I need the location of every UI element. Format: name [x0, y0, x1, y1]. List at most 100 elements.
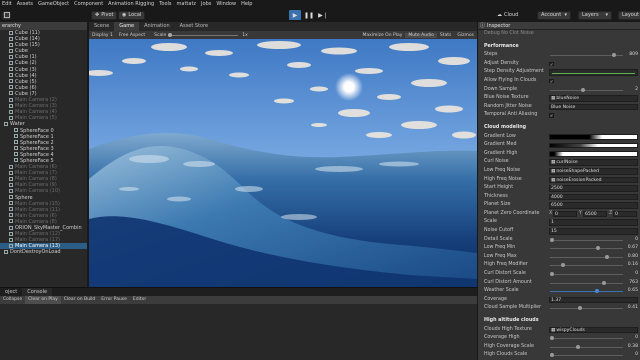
vector-field-y[interactable]: 6500 [583, 210, 607, 218]
hierarchy-item[interactable]: DontDestroyOnLoad [0, 249, 87, 255]
slider-value[interactable]: 2 [635, 86, 638, 95]
scale-slider[interactable] [168, 32, 239, 37]
slider-knob[interactable] [594, 289, 599, 294]
property-slider[interactable] [550, 263, 623, 268]
object-field[interactable]: ▦blueNoise [549, 95, 638, 102]
menu-item-component[interactable]: Component [74, 1, 103, 7]
object-field[interactable]: ▦wispyClouds [549, 326, 638, 334]
slider-value[interactable]: 0.41 [628, 304, 638, 313]
property-slider[interactable] [550, 246, 623, 251]
slider-knob[interactable] [550, 336, 554, 341]
console-tab-console[interactable]: Console [22, 288, 53, 296]
slider-knob[interactable] [602, 280, 607, 285]
slider-knob[interactable] [576, 344, 581, 349]
property-slider[interactable] [550, 237, 623, 242]
console-editor-button[interactable]: Editor [130, 296, 149, 304]
slider-value[interactable]: 0 [635, 236, 638, 245]
object-field[interactable]: ▦noiseErosionPacked [549, 176, 638, 184]
menu-item-assets[interactable]: Assets [17, 1, 33, 7]
menu-item-gameobject[interactable]: GameObject [38, 1, 69, 7]
gradient-field[interactable] [549, 142, 638, 149]
vector-field-z[interactable]: 0 [613, 210, 637, 218]
pivot-button[interactable]: ✥ Pivot [91, 10, 118, 20]
vector-field-x[interactable]: 0 [553, 210, 577, 218]
property-slider[interactable] [550, 53, 623, 58]
game-option-maximize-on-play[interactable]: Maximize On Play [359, 33, 405, 38]
slider-value[interactable]: 809 [629, 51, 638, 60]
property-checkbox[interactable]: ✓ [549, 78, 554, 84]
menu-item-window[interactable]: Window [216, 1, 236, 7]
slider-value[interactable]: 0.65 [628, 287, 638, 296]
console-clear-on-play-button[interactable]: Clear on Play [25, 296, 61, 304]
number-field[interactable]: 1 [549, 219, 638, 227]
menu-item-edit[interactable]: Edit [2, 1, 12, 7]
slider-knob[interactable] [605, 254, 610, 259]
menu-item-mattatz[interactable]: mattatz [177, 1, 197, 7]
number-field[interactable]: 15 [549, 228, 638, 235]
hierarchy-tab[interactable]: erarchy [0, 22, 87, 30]
local-button[interactable]: ◉ Local [118, 10, 146, 20]
object-field[interactable]: ▦noiseShapePacked [549, 167, 638, 175]
number-field[interactable]: 1.37 [549, 296, 638, 304]
property-slider[interactable] [550, 306, 623, 311]
slider-value[interactable]: 0 [635, 334, 638, 343]
menu-item-help[interactable]: Help [241, 1, 252, 7]
number-field[interactable]: 6500 [549, 202, 638, 209]
slider-value[interactable]: 0.80 [628, 253, 638, 262]
layout-dropdown[interactable]: Layout [618, 10, 640, 20]
play-button[interactable]: ▶ [289, 10, 301, 20]
transform-tool-button[interactable] [2, 10, 11, 20]
slider-knob[interactable] [550, 272, 554, 277]
account-dropdown[interactable]: Account ▾ [537, 10, 571, 20]
step-button[interactable]: ▶❘ [317, 10, 329, 20]
number-field[interactable]: 2500 [549, 185, 638, 192]
console-error-pause-button[interactable]: Error Pause [98, 296, 130, 304]
property-slider[interactable] [550, 280, 623, 285]
game-option-stats[interactable]: Stats [437, 33, 455, 38]
object-field[interactable]: ▦curlNoise [549, 159, 638, 166]
slider-knob[interactable] [561, 263, 566, 268]
game-viewport[interactable] [89, 39, 477, 287]
inspector-tab[interactable]: ⓘ Inspector [478, 22, 640, 30]
property-slider[interactable] [550, 289, 623, 294]
slider-knob[interactable] [612, 53, 617, 58]
menu-item-animation-rigging[interactable]: Animation Rigging [108, 1, 154, 7]
tab-asset-store[interactable]: Asset Store [175, 22, 213, 31]
slider-value[interactable]: 0.38 [628, 343, 638, 352]
number-field[interactable]: 4000 [549, 193, 638, 201]
menu-item-jobs[interactable]: Jobs [201, 1, 211, 7]
slider-value[interactable]: 0 [635, 351, 638, 360]
display-dropdown[interactable]: Display 1 [89, 33, 116, 38]
cloud-button[interactable]: ☁ Cloud [494, 11, 521, 20]
pause-button[interactable]: ❚❚ [303, 10, 315, 20]
object-field[interactable]: Blue Noise [549, 103, 638, 111]
property-checkbox[interactable]: ✓ [549, 61, 554, 67]
slider-value[interactable]: 763 [629, 279, 638, 288]
game-option-mute-audio[interactable]: Mute Audio [405, 32, 437, 38]
slider-value[interactable]: 0 [635, 270, 638, 279]
property-checkbox[interactable]: ✓ [549, 113, 554, 118]
slider-value[interactable]: 0.67 [628, 244, 638, 253]
slider-knob[interactable] [581, 87, 586, 92]
slider-knob[interactable] [596, 246, 601, 251]
property-slider[interactable] [550, 344, 623, 349]
property-slider[interactable] [550, 353, 623, 358]
tab-game[interactable]: Game [114, 22, 140, 31]
console-tab-oject[interactable]: oject [0, 288, 22, 296]
console-clear-on-build-button[interactable]: Clear on Build [61, 296, 99, 304]
slider-knob[interactable] [578, 306, 583, 311]
aspect-dropdown[interactable]: Free Aspect [116, 33, 148, 38]
menu-item-tools[interactable]: Tools [159, 1, 171, 7]
layers-dropdown[interactable]: Layers ▾ [578, 10, 612, 20]
console-collapse-button[interactable]: Collapse [0, 296, 25, 304]
gradient-field[interactable] [549, 134, 638, 140]
property-slider[interactable] [550, 336, 623, 341]
curve-field[interactable] [549, 69, 638, 76]
game-option-gizmos[interactable]: Gizmos [454, 33, 477, 38]
tab-scene[interactable]: Scene [89, 22, 114, 31]
gradient-field[interactable] [549, 151, 638, 157]
property-slider[interactable] [550, 87, 623, 92]
property-slider[interactable] [550, 254, 623, 259]
tab-animation[interactable]: Animation [139, 22, 175, 31]
slider-knob[interactable] [550, 237, 554, 242]
